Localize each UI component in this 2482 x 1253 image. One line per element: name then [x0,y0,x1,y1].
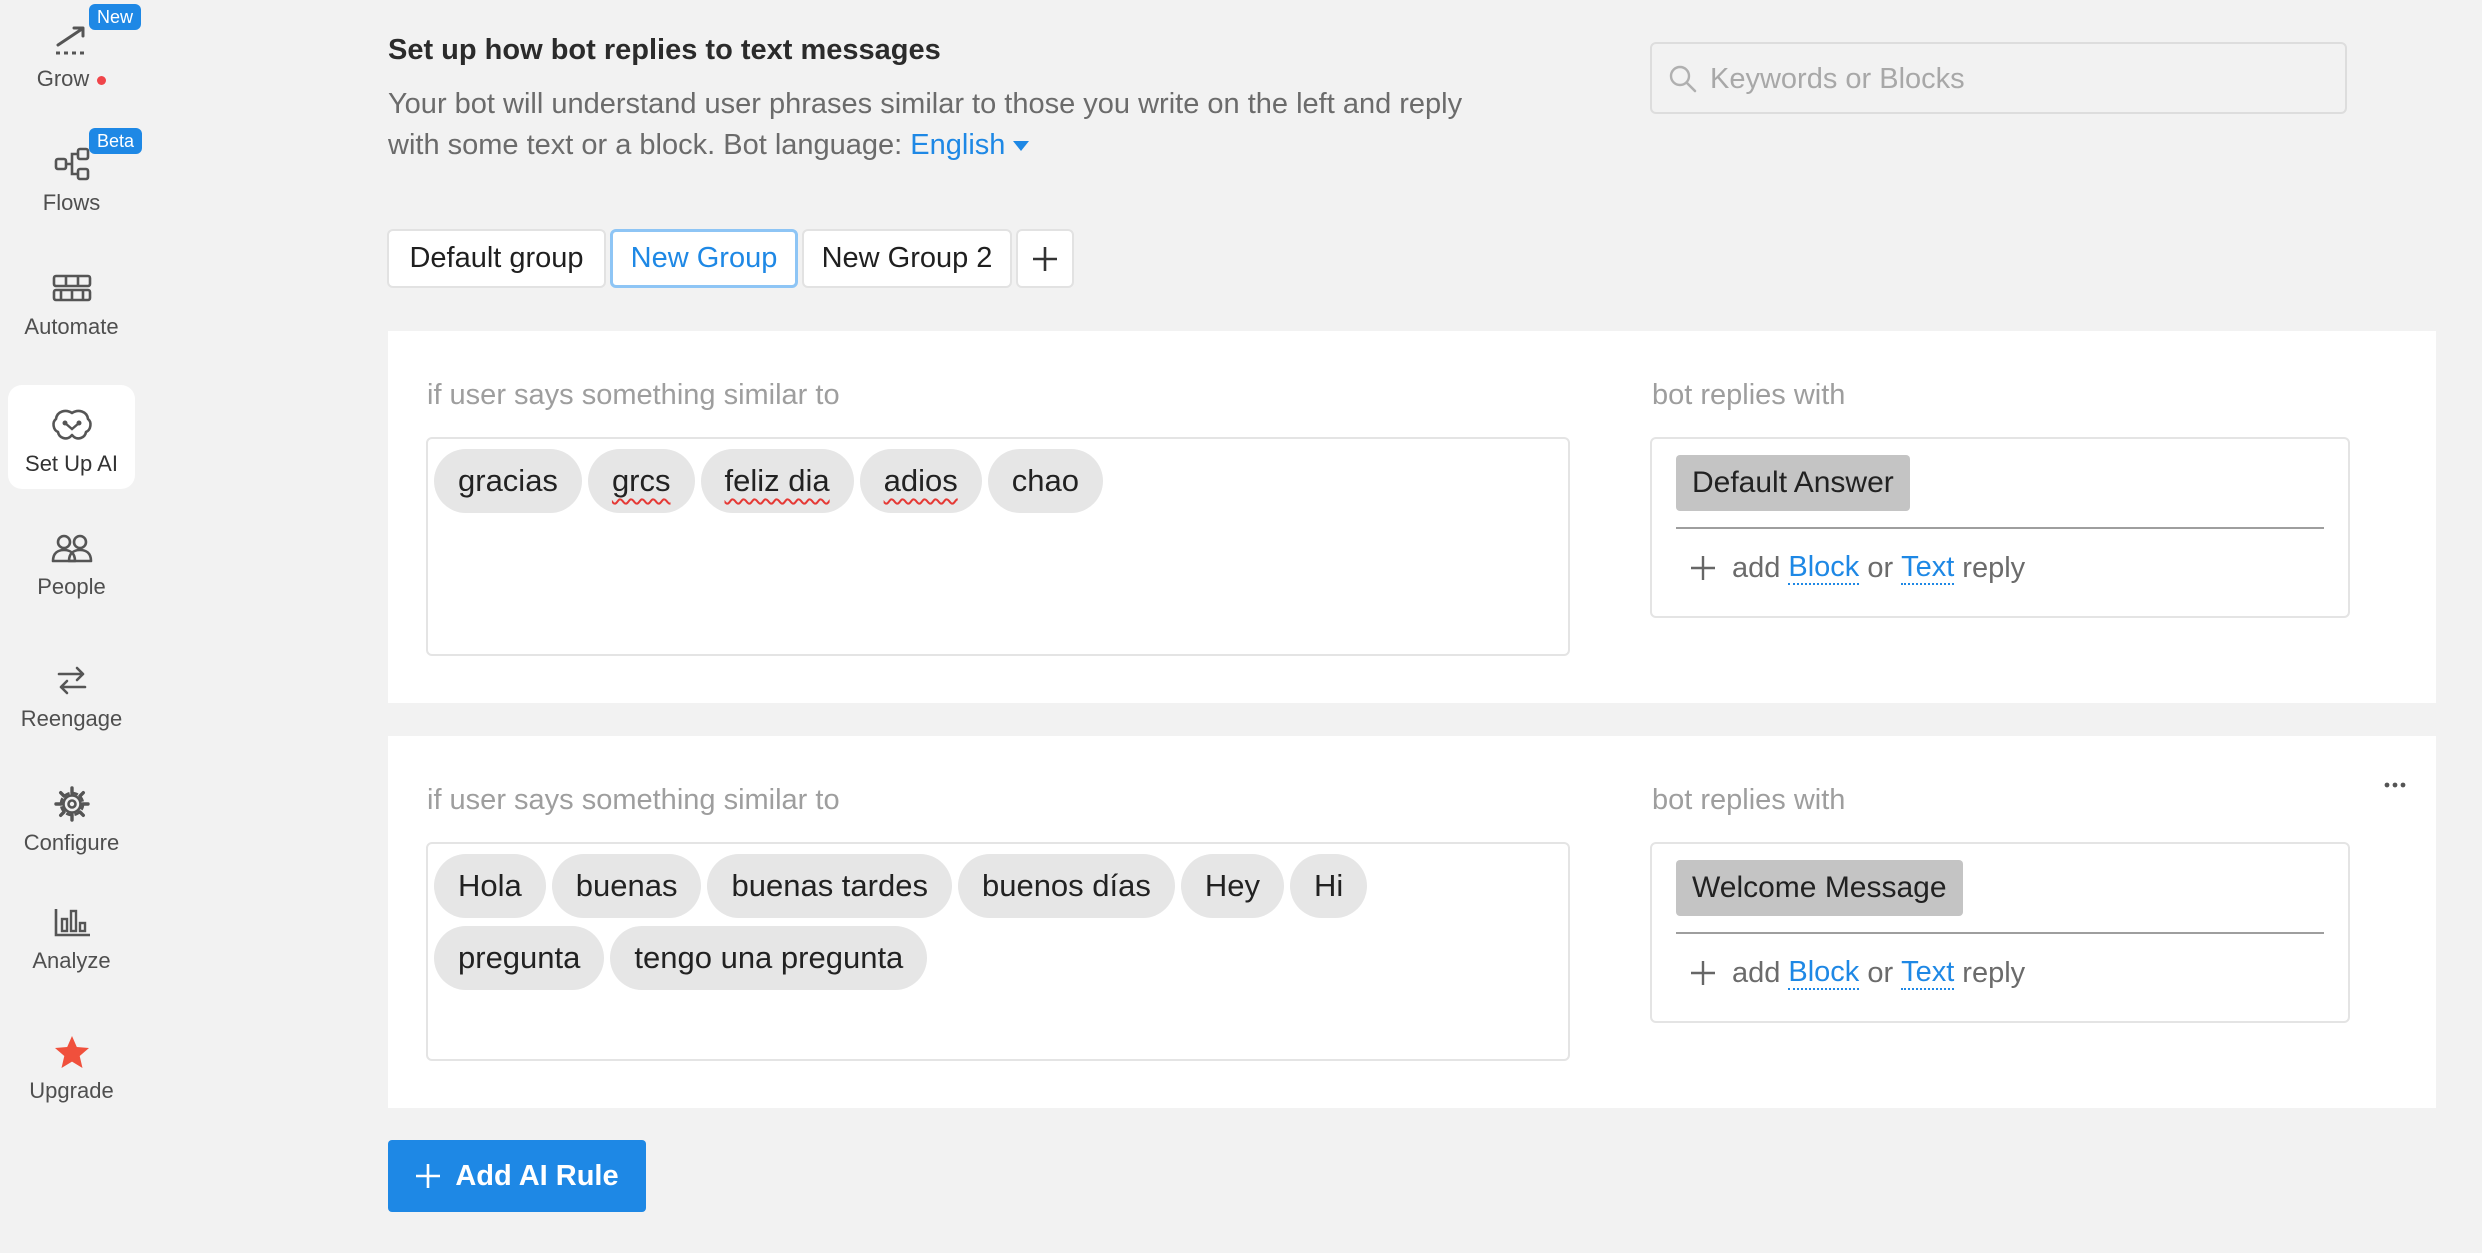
plus-icon [1690,960,1716,986]
divider [1676,527,2324,529]
reply-block-chip[interactable]: Welcome Message [1676,860,1963,916]
caret-down-icon [1013,141,1030,152]
sidebar-item-label: Analyze [32,948,111,973]
page-title: Set up how bot replies to text messages [388,34,941,66]
sidebar-item-label: Set Up AI [25,451,118,476]
add-ai-rule-label: Add AI Rule [455,1159,619,1192]
or-label: or [1867,551,1894,584]
gear-icon [8,782,135,826]
sidebar-item-label: Flows [42,190,101,215]
add-reply-row: add Block or Text reply [1690,551,2025,585]
phrase-chip[interactable]: pregunta [434,926,605,990]
phrase-input-area[interactable]: Hola buenas buenas tardes buenos días Hey Hi p… [426,842,1570,1061]
or-label: or [1867,956,1894,989]
ai-rule-card: if user says something similar to gracia… [388,331,2436,703]
sidebar-item-label: Configure [23,830,120,855]
bar-chart-icon [8,900,135,944]
reply-label: reply [1962,551,2026,584]
plus-icon [415,1163,441,1189]
ai-rule-card: if user says something similar to Hola bu… [388,736,2436,1108]
automate-icon [8,266,135,310]
bot-replies-label: bot replies with [1652,784,1846,816]
brain-icon [8,403,135,447]
sidebar-item-configure[interactable]: Configure [8,764,135,868]
sidebar-item-automate[interactable]: Automate [8,248,135,352]
tab-new-group-2[interactable]: New Group 2 [802,229,1012,288]
bot-language-value: English [910,129,1006,161]
sidebar-item-set-up-ai[interactable]: Set Up AI [8,385,135,489]
sidebar-item-analyze[interactable]: Analyze [8,882,135,986]
add-block-link[interactable]: Block [1788,956,1860,990]
sidebar-item-label: Automate [24,314,119,339]
sidebar-item-label: Reengage [20,706,123,731]
sidebar-item-people[interactable]: People [8,508,135,612]
user-says-label: if user says something similar to [427,784,840,816]
phrase-chip[interactable]: buenos días [957,854,1175,918]
phrase-chip[interactable]: tengo una pregunta [610,926,928,990]
notification-dot [97,75,107,85]
tab-default-group[interactable]: Default group [387,229,606,288]
phrase-chip[interactable]: Hey [1180,854,1285,918]
phrase-chip[interactable]: buenas [551,854,702,918]
sidebar-item-label: People [37,574,106,599]
search-icon [1668,64,1698,99]
bot-language-dropdown[interactable]: English [910,129,1030,161]
phrase-chip[interactable]: chao [987,449,1103,513]
sidebar-item-label: Upgrade [29,1078,114,1103]
star-icon [8,1030,135,1074]
search-box [1650,42,2347,114]
phrase-chip[interactable]: adios [859,449,982,513]
divider [1676,932,2324,934]
sidebar-item-label: Grow [36,66,90,91]
search-input[interactable] [1708,44,2332,114]
new-badge: New [89,4,142,30]
more-horizontal-icon[interactable] [2384,774,2406,788]
add-ai-rule-button[interactable]: Add AI Rule [388,1140,646,1212]
sidebar-item-upgrade[interactable]: Upgrade [8,1012,135,1116]
phrase-chip[interactable]: Hola [434,854,546,918]
sidebar-item-reengage[interactable]: Reengage [8,640,135,744]
reengage-icon [8,658,135,702]
plus-icon [1033,246,1057,271]
add-block-link[interactable]: Block [1788,551,1860,585]
reply-area: Welcome Message add Block or Text reply [1650,842,2350,1023]
beta-badge: Beta [89,128,143,154]
phrase-chip[interactable]: Hi [1290,854,1368,918]
reply-area: Default Answer add Block or Text reply [1650,437,2350,618]
phrase-chip[interactable]: grcs [587,449,695,513]
phrase-input-area[interactable]: gracias grcs feliz dia adios chao [426,437,1570,656]
phrase-chip[interactable]: gracias [434,449,582,513]
bot-replies-label: bot replies with [1652,379,1846,411]
sidebar: Grow New Flows Beta Automate Set Up AI P… [0,0,143,1253]
add-label: add [1732,956,1781,989]
plus-icon [1690,555,1716,581]
page-description: Your bot will understand user phrases si… [388,84,1468,166]
user-says-label: if user says something similar to [427,379,840,411]
add-reply-row: add Block or Text reply [1690,956,2025,990]
reply-block-chip[interactable]: Default Answer [1676,455,1910,511]
add-group-button[interactable] [1016,229,1074,288]
add-text-link[interactable]: Text [1901,956,1955,990]
add-label: add [1732,551,1781,584]
phrase-chip[interactable]: buenas tardes [707,854,952,918]
phrase-chip[interactable]: feliz dia [700,449,854,513]
people-icon [8,526,135,570]
tab-new-group[interactable]: New Group [610,229,798,288]
reply-label: reply [1962,956,2026,989]
add-text-link[interactable]: Text [1901,551,1955,585]
